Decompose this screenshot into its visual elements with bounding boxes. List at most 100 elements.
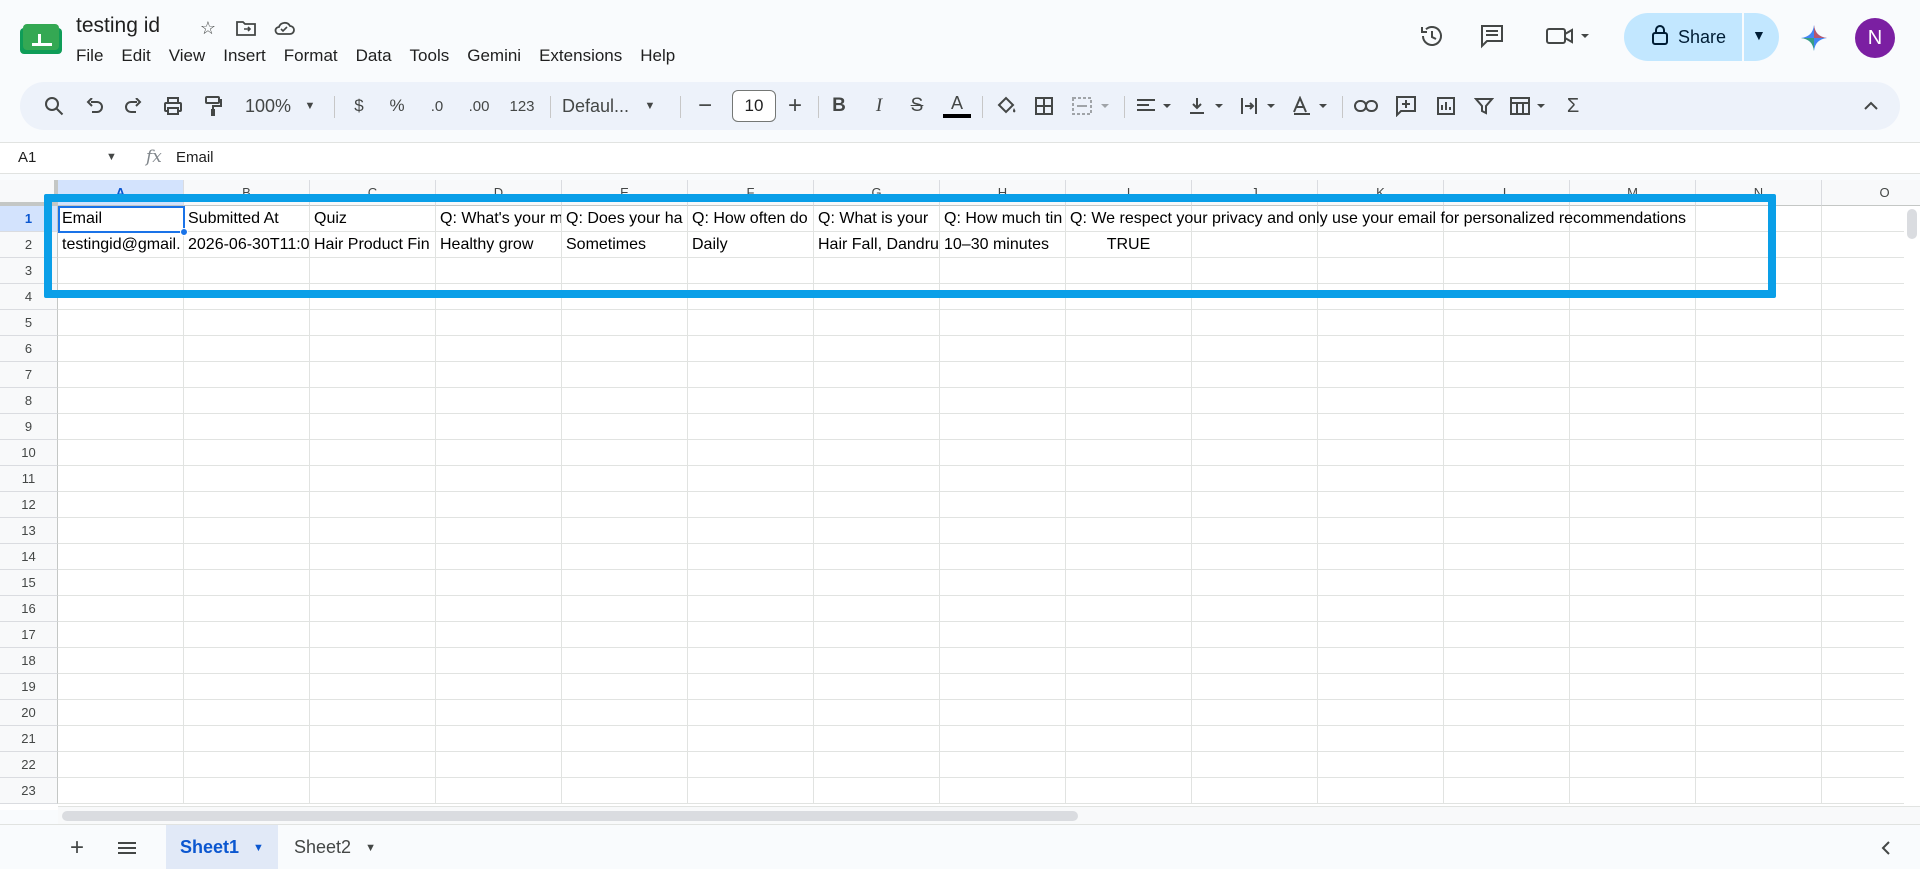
cell[interactable] xyxy=(1570,778,1696,804)
cell[interactable] xyxy=(1444,622,1570,648)
sheets-logo-icon[interactable] xyxy=(20,24,62,56)
cell[interactable] xyxy=(58,258,184,284)
cell[interactable] xyxy=(814,492,940,518)
insert-comment-icon[interactable] xyxy=(1392,92,1420,120)
cell[interactable] xyxy=(1444,726,1570,752)
cell[interactable] xyxy=(310,518,436,544)
cell[interactable] xyxy=(1066,440,1192,466)
cell[interactable] xyxy=(940,648,1066,674)
cell[interactable] xyxy=(688,258,814,284)
zoom-select[interactable]: 100% xyxy=(242,92,294,120)
cell[interactable] xyxy=(1192,518,1318,544)
name-box-caret-icon[interactable]: ▼ xyxy=(106,151,117,163)
cell[interactable] xyxy=(1066,778,1192,804)
horizontal-scrollbar[interactable] xyxy=(58,806,1920,824)
cell[interactable] xyxy=(814,258,940,284)
cell[interactable] xyxy=(184,336,310,362)
sheet-tab-sheet2[interactable]: Sheet2 ▼ xyxy=(280,825,392,869)
cell[interactable] xyxy=(1066,726,1192,752)
cell[interactable] xyxy=(1570,258,1696,284)
text-rotation-icon[interactable] xyxy=(1290,92,1334,120)
gemini-icon[interactable] xyxy=(1800,24,1828,52)
cell[interactable] xyxy=(562,258,688,284)
cell[interactable] xyxy=(688,570,814,596)
cell[interactable]: TRUE xyxy=(1066,232,1192,258)
fill-handle[interactable] xyxy=(180,228,188,236)
cell[interactable] xyxy=(1318,492,1444,518)
column-header-a[interactable]: A xyxy=(58,180,184,206)
column-header-n[interactable]: N xyxy=(1696,180,1822,206)
menu-gemini[interactable]: Gemini xyxy=(467,46,531,66)
bold-icon[interactable]: B xyxy=(826,92,852,120)
meet-video-icon[interactable] xyxy=(1544,22,1594,50)
cell[interactable] xyxy=(310,388,436,414)
row-header-20[interactable]: 20 xyxy=(0,700,58,726)
cell[interactable] xyxy=(814,726,940,752)
cell[interactable] xyxy=(1570,674,1696,700)
cell[interactable] xyxy=(436,414,562,440)
cell[interactable] xyxy=(562,362,688,388)
cell[interactable] xyxy=(184,388,310,414)
star-icon[interactable]: ☆ xyxy=(196,16,220,40)
row-header-11[interactable]: 11 xyxy=(0,466,58,492)
cell[interactable] xyxy=(58,362,184,388)
undo-icon[interactable] xyxy=(82,92,108,120)
cell[interactable] xyxy=(310,284,436,310)
column-header-b[interactable]: B xyxy=(184,180,310,206)
row-header-21[interactable]: 21 xyxy=(0,726,58,752)
cell[interactable] xyxy=(436,752,562,778)
cell[interactable] xyxy=(1318,544,1444,570)
cell[interactable] xyxy=(1192,752,1318,778)
cell[interactable] xyxy=(310,466,436,492)
zoom-caret-icon[interactable]: ▼ xyxy=(302,92,318,120)
cell[interactable] xyxy=(184,648,310,674)
cell[interactable] xyxy=(310,258,436,284)
cell[interactable]: Healthy grow xyxy=(436,232,562,258)
column-header-e[interactable]: E xyxy=(562,180,688,206)
cell[interactable] xyxy=(436,492,562,518)
cell[interactable] xyxy=(1696,570,1822,596)
text-wrapping-icon[interactable] xyxy=(1238,92,1282,120)
cell[interactable] xyxy=(1570,570,1696,596)
cell[interactable] xyxy=(1318,648,1444,674)
cell[interactable] xyxy=(1066,674,1192,700)
cell[interactable] xyxy=(1444,700,1570,726)
row-header-16[interactable]: 16 xyxy=(0,596,58,622)
cell[interactable] xyxy=(1066,752,1192,778)
all-sheets-menu-icon[interactable] xyxy=(112,825,142,869)
cell[interactable] xyxy=(1444,232,1570,258)
cell[interactable] xyxy=(310,570,436,596)
row-header-13[interactable]: 13 xyxy=(0,518,58,544)
cell[interactable] xyxy=(688,414,814,440)
cell[interactable] xyxy=(310,492,436,518)
cell[interactable] xyxy=(1318,596,1444,622)
menu-extensions[interactable]: Extensions xyxy=(539,46,632,66)
cell[interactable] xyxy=(1066,310,1192,336)
cloud-saved-icon[interactable] xyxy=(272,16,296,40)
cell[interactable] xyxy=(310,544,436,570)
cell[interactable] xyxy=(562,440,688,466)
cell[interactable] xyxy=(940,310,1066,336)
cell[interactable] xyxy=(814,466,940,492)
cell[interactable] xyxy=(940,778,1066,804)
cell[interactable] xyxy=(814,778,940,804)
cell[interactable] xyxy=(1318,674,1444,700)
cell[interactable] xyxy=(1066,544,1192,570)
cell[interactable] xyxy=(1192,388,1318,414)
column-header-m[interactable]: M xyxy=(1570,180,1696,206)
cell[interactable] xyxy=(1444,362,1570,388)
cell[interactable] xyxy=(1696,726,1822,752)
cell[interactable] xyxy=(688,466,814,492)
add-sheet-icon[interactable]: + xyxy=(62,825,92,869)
row-header-10[interactable]: 10 xyxy=(0,440,58,466)
cell[interactable] xyxy=(940,596,1066,622)
table-view-icon[interactable] xyxy=(1508,92,1552,120)
cell[interactable] xyxy=(1570,700,1696,726)
cell[interactable] xyxy=(1318,518,1444,544)
cell[interactable] xyxy=(688,492,814,518)
cell[interactable] xyxy=(184,284,310,310)
cell[interactable] xyxy=(1444,258,1570,284)
borders-icon[interactable] xyxy=(1030,92,1058,120)
cell[interactable] xyxy=(940,466,1066,492)
cell[interactable] xyxy=(1066,622,1192,648)
